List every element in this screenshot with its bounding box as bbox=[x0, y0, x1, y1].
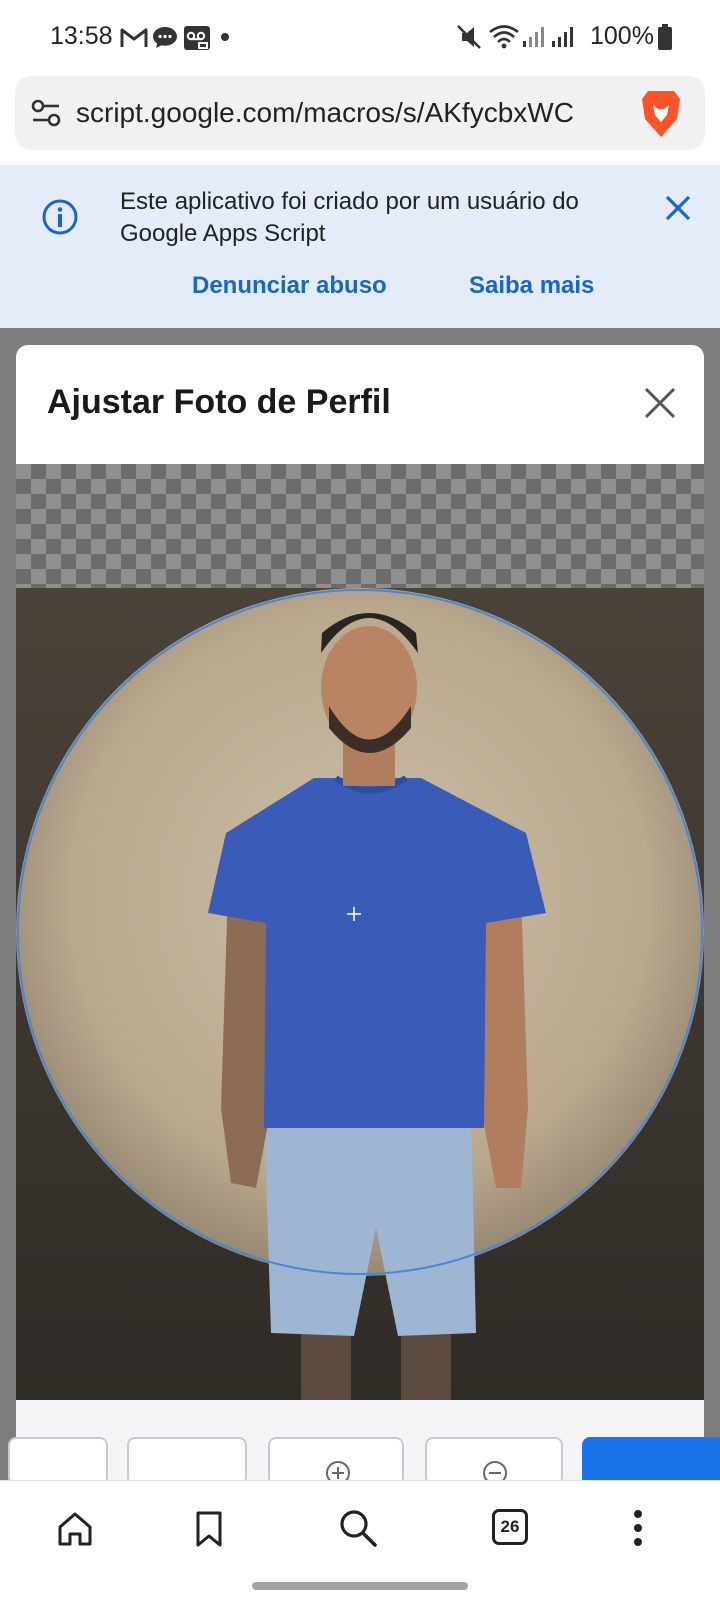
signal-icon bbox=[523, 27, 544, 47]
banner-message: Este aplicativo foi criado por um usuári… bbox=[120, 188, 579, 247]
signal-icon bbox=[552, 27, 573, 47]
chat-icon bbox=[153, 27, 177, 48]
battery-icon bbox=[658, 24, 672, 50]
dot-icon bbox=[221, 33, 229, 41]
transparent-area bbox=[16, 464, 704, 588]
report-abuse-link[interactable]: Denunciar abuso bbox=[192, 272, 387, 300]
brave-lion-icon[interactable] bbox=[640, 89, 682, 139]
battery-percentage: 100% bbox=[590, 22, 654, 50]
voicemail-icon bbox=[184, 26, 210, 50]
status-time: 13:58 bbox=[50, 22, 113, 50]
search-icon[interactable] bbox=[338, 1508, 378, 1548]
zoom-out-button[interactable] bbox=[425, 1437, 563, 1485]
primary-button[interactable] bbox=[582, 1437, 720, 1485]
profile-photo[interactable] bbox=[16, 588, 704, 1400]
close-banner-icon[interactable] bbox=[664, 194, 692, 222]
tabs-icon[interactable]: 26 bbox=[492, 1509, 528, 1545]
info-icon bbox=[42, 199, 78, 235]
dialog-title: Ajustar Foto de Perfil bbox=[47, 383, 391, 421]
menu-icon[interactable] bbox=[632, 1508, 644, 1548]
home-icon[interactable] bbox=[56, 1510, 94, 1548]
bookmark-icon[interactable] bbox=[194, 1510, 224, 1548]
control-button[interactable] bbox=[127, 1437, 247, 1485]
tune-icon[interactable] bbox=[31, 99, 61, 127]
learn-more-link[interactable]: Saiba mais bbox=[469, 272, 594, 300]
gmail-icon bbox=[120, 28, 148, 47]
url-text[interactable]: script.google.com/macros/s/AKfycbxWC bbox=[76, 97, 621, 129]
home-indicator bbox=[252, 1582, 468, 1590]
close-dialog-icon[interactable] bbox=[643, 386, 677, 420]
control-button[interactable] bbox=[8, 1437, 108, 1485]
wifi-icon bbox=[489, 25, 519, 49]
mute-icon bbox=[457, 25, 481, 49]
zoom-in-button[interactable] bbox=[268, 1437, 404, 1485]
